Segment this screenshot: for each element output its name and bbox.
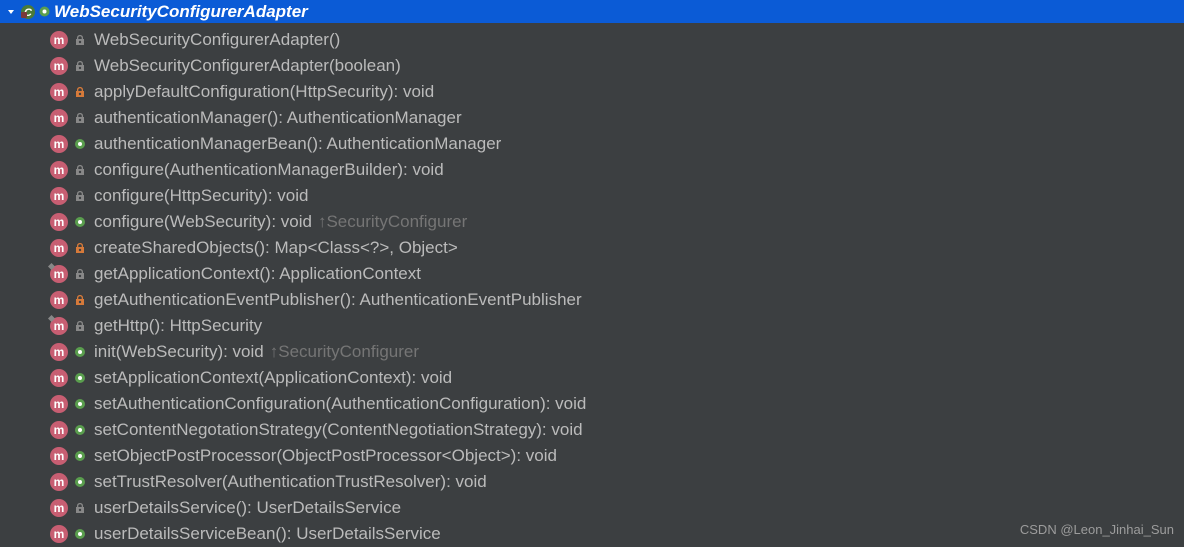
public-access-icon xyxy=(72,526,88,542)
method-signature: userDetailsService(): UserDetailsService xyxy=(94,498,401,518)
method-row[interactable]: m configure(AuthenticationManagerBuilder)… xyxy=(0,157,1184,183)
override-origin: ↑SecurityConfigurer xyxy=(270,342,419,362)
protected-access-icon xyxy=(72,110,88,126)
public-access-icon xyxy=(72,448,88,464)
method-row[interactable]: m applyDefaultConfiguration(HttpSecurity)… xyxy=(0,79,1184,105)
method-row[interactable]: m setContentNegotationStrategy(ContentNeg… xyxy=(0,417,1184,443)
method-row[interactable]: m userDetailsService(): UserDetailsServic… xyxy=(0,495,1184,521)
method-icon: m xyxy=(50,317,68,335)
method-icon: m xyxy=(50,161,68,179)
method-icon: m xyxy=(50,83,68,101)
protected-access-icon xyxy=(72,162,88,178)
method-icon: m xyxy=(50,447,68,465)
method-icon: m xyxy=(50,343,68,361)
protected-access-icon xyxy=(72,32,88,48)
method-icon: m xyxy=(50,291,68,309)
watermark: CSDN @Leon_Jinhai_Sun xyxy=(1020,522,1174,537)
method-signature: userDetailsServiceBean(): UserDetailsSer… xyxy=(94,524,441,544)
method-signature: getHttp(): HttpSecurity xyxy=(94,316,262,336)
public-access-icon xyxy=(72,422,88,438)
override-origin: ↑SecurityConfigurer xyxy=(318,212,467,232)
public-access-icon xyxy=(72,214,88,230)
method-signature: getAuthenticationEventPublisher(): Authe… xyxy=(94,290,582,310)
method-icon: m xyxy=(50,187,68,205)
public-access-icon xyxy=(72,474,88,490)
method-signature: getApplicationContext(): ApplicationCont… xyxy=(94,264,421,284)
method-icon: m xyxy=(50,421,68,439)
method-signature: init(WebSecurity): void xyxy=(94,342,264,362)
structure-header[interactable]: C WebSecurityConfigurerAdapter xyxy=(0,0,1184,23)
protected-access-icon xyxy=(72,188,88,204)
method-signature: createSharedObjects(): Map<Class<?>, Obj… xyxy=(94,238,458,258)
method-row[interactable]: m getHttp(): HttpSecurity xyxy=(0,313,1184,339)
method-row[interactable]: m setTrustResolver(AuthenticationTrustRes… xyxy=(0,469,1184,495)
method-signature: authenticationManagerBean(): Authenticat… xyxy=(94,134,501,154)
method-signature: setTrustResolver(AuthenticationTrustReso… xyxy=(94,472,487,492)
protected-access-icon xyxy=(72,500,88,516)
method-signature: configure(HttpSecurity): void xyxy=(94,186,308,206)
method-icon: m xyxy=(50,213,68,231)
private-access-icon xyxy=(72,84,88,100)
method-row[interactable]: m getAuthenticationEventPublisher(): Auth… xyxy=(0,287,1184,313)
method-row[interactable]: m WebSecurityConfigurerAdapter() xyxy=(0,27,1184,53)
method-row[interactable]: m setAuthenticationConfiguration(Authenti… xyxy=(0,391,1184,417)
method-icon: m xyxy=(50,369,68,387)
method-icon: m xyxy=(50,239,68,257)
method-icon: m xyxy=(50,57,68,75)
method-signature: WebSecurityConfigurerAdapter() xyxy=(94,30,340,50)
method-icon: m xyxy=(50,135,68,153)
public-access-icon xyxy=(72,396,88,412)
method-signature: setApplicationContext(ApplicationContext… xyxy=(94,368,452,388)
method-icon: m xyxy=(50,525,68,543)
protected-access-icon xyxy=(72,266,88,282)
protected-access-icon xyxy=(72,318,88,334)
method-icon: m xyxy=(50,499,68,517)
method-row[interactable]: m setObjectPostProcessor(ObjectPostProces… xyxy=(0,443,1184,469)
class-title: WebSecurityConfigurerAdapter xyxy=(54,2,308,22)
method-row[interactable]: m WebSecurityConfigurerAdapter(boolean) xyxy=(0,53,1184,79)
public-access-icon xyxy=(72,136,88,152)
method-signature: setContentNegotationStrategy(ContentNego… xyxy=(94,420,583,440)
protected-access-icon xyxy=(72,58,88,74)
method-signature: configure(AuthenticationManagerBuilder):… xyxy=(94,160,444,180)
method-signature: setAuthenticationConfiguration(Authentic… xyxy=(94,394,586,414)
public-access-icon xyxy=(72,344,88,360)
method-icon: m xyxy=(50,265,68,283)
method-row[interactable]: m userDetailsServiceBean(): UserDetailsSe… xyxy=(0,521,1184,547)
method-signature: applyDefaultConfiguration(HttpSecurity):… xyxy=(94,82,434,102)
method-row[interactable]: m configure(WebSecurity): void ↑SecurityCo… xyxy=(0,209,1184,235)
class-icon: C xyxy=(20,4,36,20)
method-row[interactable]: m authenticationManager(): Authentication… xyxy=(0,105,1184,131)
public-modifier-icon xyxy=(38,6,50,18)
method-signature: setObjectPostProcessor(ObjectPostProcess… xyxy=(94,446,557,466)
method-icon: m xyxy=(50,31,68,49)
method-row[interactable]: m configure(HttpSecurity): void xyxy=(0,183,1184,209)
method-row[interactable]: m init(WebSecurity): void ↑SecurityConfigu… xyxy=(0,339,1184,365)
private-access-icon xyxy=(72,240,88,256)
method-row[interactable]: m createSharedObjects(): Map<Class<?>, Ob… xyxy=(0,235,1184,261)
method-signature: configure(WebSecurity): void xyxy=(94,212,312,232)
method-row[interactable]: m setApplicationContext(ApplicationContex… xyxy=(0,365,1184,391)
method-icon: m xyxy=(50,473,68,491)
method-signature: authenticationManager(): AuthenticationM… xyxy=(94,108,462,128)
public-access-icon xyxy=(72,370,88,386)
method-row[interactable]: m getApplicationContext(): ApplicationCon… xyxy=(0,261,1184,287)
method-signature: WebSecurityConfigurerAdapter(boolean) xyxy=(94,56,401,76)
method-icon: m xyxy=(50,395,68,413)
expand-toggle-icon[interactable] xyxy=(4,5,18,19)
private-access-icon xyxy=(72,292,88,308)
method-icon: m xyxy=(50,109,68,127)
method-list: m WebSecurityConfigurerAdapter() m WebSecur… xyxy=(0,23,1184,547)
method-row[interactable]: m authenticationManagerBean(): Authentica… xyxy=(0,131,1184,157)
